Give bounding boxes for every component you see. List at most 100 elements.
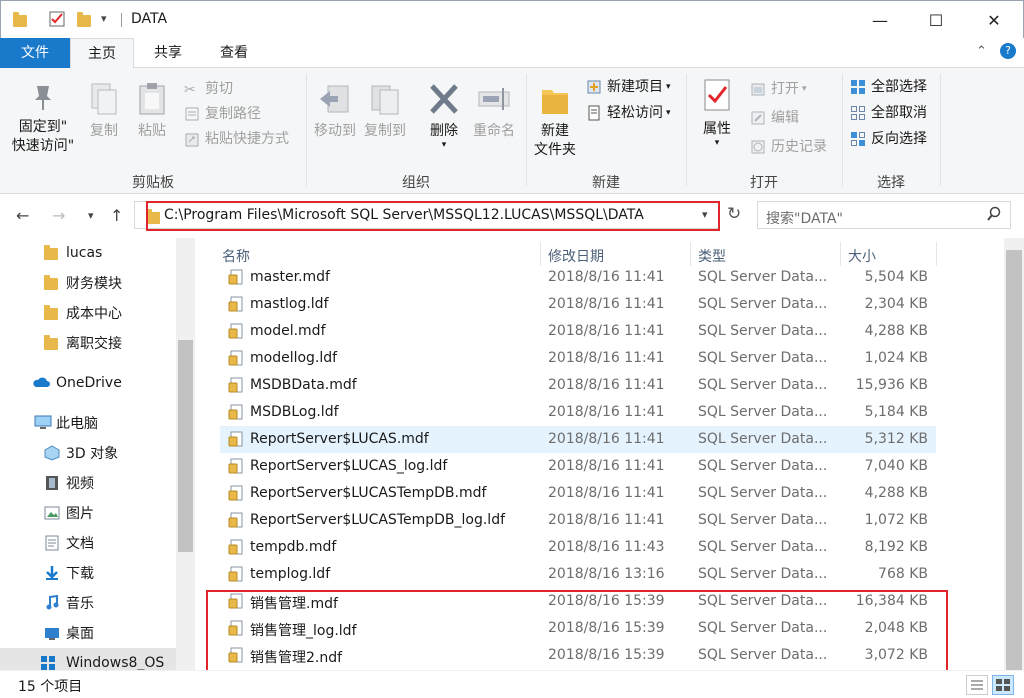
nav-item-desktop[interactable]: 桌面: [0, 618, 180, 648]
table-row[interactable]: modellog.ldf 2018/8/16 11:41 SQL Server Da…: [220, 345, 936, 372]
file-size: 4,288 KB: [864, 485, 928, 501]
invert-selection-button[interactable]: 反向选择: [850, 130, 927, 148]
sort-ascending-icon: ⌃: [372, 238, 381, 245]
copy-button[interactable]: 复制: [84, 82, 124, 141]
nav-item-videos[interactable]: 视频: [0, 468, 180, 498]
move-to-button[interactable]: 移动到: [312, 82, 358, 141]
pin-quick-access-button[interactable]: 固定到" 快速访问": [8, 82, 78, 156]
file-type: SQL Server Data...: [698, 269, 828, 285]
pin-label-line2: 快速访问": [11, 138, 75, 154]
nav-item-documents[interactable]: 文档: [0, 528, 180, 558]
recent-locations-icon[interactable]: ▾: [88, 209, 94, 222]
nav-item-finance[interactable]: 财务模块: [0, 268, 180, 298]
properties-quick-icon[interactable]: [49, 11, 65, 27]
new-item-button[interactable]: 新建项目 ▾: [586, 78, 671, 96]
delete-button[interactable]: 删除 ▾: [422, 82, 466, 150]
delete-dropdown-icon[interactable]: ▾: [422, 141, 466, 150]
new-folder-label-line2: 文件夹: [534, 142, 576, 158]
copy-to-label: 复制到: [364, 123, 406, 139]
cut-button[interactable]: ✂ 剪切: [184, 80, 233, 98]
nav-item-lucas[interactable]: lucas: [0, 238, 180, 268]
table-row[interactable]: MSDBLog.ldf 2018/8/16 11:41 SQL Server Dat…: [220, 399, 936, 426]
easy-access-button[interactable]: 轻松访问 ▾: [586, 104, 671, 122]
column-header-name[interactable]: 名称: [222, 246, 250, 266]
column-header-date[interactable]: 修改日期: [548, 246, 604, 266]
column-divider[interactable]: [690, 242, 691, 266]
select-all-button[interactable]: 全部选择: [850, 78, 927, 96]
open-button[interactable]: 打开 ▾: [750, 80, 807, 98]
nav-item-music[interactable]: 音乐: [0, 588, 180, 618]
file-size: 4,288 KB: [864, 323, 928, 339]
sql-data-file-icon: [228, 404, 244, 420]
details-view-icon[interactable]: [966, 675, 988, 695]
refresh-icon[interactable]: ↻: [727, 204, 741, 224]
open-label: 打开: [771, 81, 799, 97]
nav-item-cost-center[interactable]: 成本中心: [0, 298, 180, 328]
copy-path-button[interactable]: 复制路径: [184, 105, 261, 123]
column-divider[interactable]: [540, 242, 541, 266]
file-size: 1,072 KB: [864, 512, 928, 528]
tab-home[interactable]: 主页: [70, 38, 134, 69]
nav-item-label: 视频: [66, 476, 94, 492]
folder-icon: [44, 245, 58, 260]
nav-item-handover[interactable]: 离职交接: [0, 328, 180, 358]
minimize-button[interactable]: —: [851, 1, 909, 39]
file-type: SQL Server Data...: [698, 377, 828, 393]
table-row[interactable]: tempdb.mdf 2018/8/16 11:43 SQL Server Data…: [220, 534, 936, 561]
quick-access-dropdown-icon[interactable]: ▾: [101, 12, 107, 25]
nav-item-onedrive[interactable]: OneDrive: [0, 368, 180, 398]
new-folder-button[interactable]: 新建 文件夹: [532, 82, 578, 160]
history-label: 历史记录: [771, 139, 827, 155]
tab-view[interactable]: 查看: [204, 38, 264, 68]
ribbon-collapse-icon[interactable]: ⌃: [976, 44, 987, 59]
table-row[interactable]: ReportServer$LUCASTempDB_log.ldf 2018/8/1…: [220, 507, 936, 534]
up-arrow-icon[interactable]: ↑: [110, 206, 123, 225]
back-arrow-icon[interactable]: ←: [16, 206, 29, 225]
search-icon[interactable]: [986, 206, 1002, 226]
rename-button[interactable]: 重命名: [470, 82, 518, 141]
column-divider[interactable]: [840, 242, 841, 266]
column-header-size[interactable]: 大小: [848, 246, 876, 266]
history-button[interactable]: 历史记录: [750, 138, 827, 156]
tab-file[interactable]: 文件: [0, 38, 70, 68]
maximize-button[interactable]: ☐: [907, 1, 965, 39]
paste-button[interactable]: 粘贴: [132, 82, 172, 141]
nav-item-3d-objects[interactable]: 3D 对象: [0, 438, 180, 468]
nav-item-this-pc[interactable]: 此电脑: [0, 408, 180, 438]
table-row[interactable]: MSDBData.mdf 2018/8/16 11:41 SQL Server Da…: [220, 372, 936, 399]
file-type: SQL Server Data...: [698, 485, 828, 501]
search-box[interactable]: 搜索"DATA": [757, 201, 1011, 229]
sql-data-file-icon: [228, 323, 244, 339]
forward-arrow-icon[interactable]: →: [52, 206, 65, 225]
table-row[interactable]: master.mdf 2018/8/16 11:41 SQL Server Data…: [220, 264, 936, 291]
nav-item-pictures[interactable]: 图片: [0, 498, 180, 528]
file-name: ReportServer$LUCASTempDB_log.ldf: [250, 512, 506, 528]
copy-path-icon: [184, 106, 200, 122]
properties-dropdown-icon[interactable]: ▾: [694, 139, 740, 148]
edit-button[interactable]: 编辑: [750, 109, 799, 127]
close-button[interactable]: ✕: [965, 1, 1023, 39]
large-icons-view-icon[interactable]: [992, 675, 1014, 695]
help-icon[interactable]: ?: [1000, 43, 1016, 59]
properties-button[interactable]: 属性 ▾: [694, 78, 740, 148]
column-divider[interactable]: [936, 242, 937, 266]
tab-share[interactable]: 共享: [138, 38, 198, 68]
list-scroll-thumb[interactable]: [1006, 250, 1022, 670]
new-folder-quick-icon[interactable]: [77, 12, 91, 27]
file-size: 7,040 KB: [864, 458, 928, 474]
table-row[interactable]: ReportServer$LUCAS.mdf 2018/8/16 11:41 SQL…: [220, 426, 936, 453]
paste-shortcut-button[interactable]: 粘贴快捷方式: [184, 130, 289, 148]
table-row[interactable]: templog.ldf 2018/8/16 13:16 SQL Server Dat…: [220, 561, 936, 588]
table-row[interactable]: model.mdf 2018/8/16 11:41 SQL Server Data.…: [220, 318, 936, 345]
table-row[interactable]: ReportServer$LUCASTempDB.mdf 2018/8/16 11…: [220, 480, 936, 507]
nav-scroll-thumb[interactable]: [178, 340, 193, 552]
3d-objects-icon: [44, 445, 60, 461]
table-row[interactable]: mastlog.ldf 2018/8/16 11:41 SQL Server Dat…: [220, 291, 936, 318]
table-row[interactable]: ReportServer$LUCAS_log.ldf 2018/8/16 11:4…: [220, 453, 936, 480]
sql-data-file-icon: [228, 512, 244, 528]
select-none-button[interactable]: 全部取消: [850, 104, 927, 122]
file-size: 5,184 KB: [864, 404, 928, 420]
column-header-type[interactable]: 类型: [698, 246, 726, 266]
nav-item-downloads[interactable]: 下载: [0, 558, 180, 588]
copy-to-button[interactable]: 复制到: [362, 82, 408, 141]
